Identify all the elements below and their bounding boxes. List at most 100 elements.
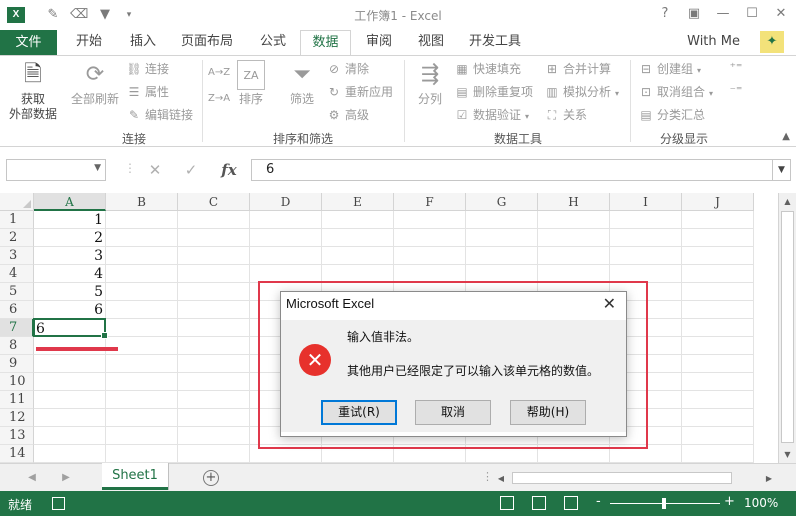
macro-record-icon[interactable] [52,497,65,510]
cell-a13[interactable] [34,427,106,445]
cell-h2[interactable] [538,229,610,247]
cell-a4[interactable]: 4 [34,265,106,283]
tab-file[interactable]: 文件 [0,30,57,55]
tab-developer[interactable]: 开发工具 [462,30,528,55]
zoom-out-button[interactable]: - [596,494,601,509]
sheet-prev-icon[interactable]: ◀ [24,470,40,486]
tab-page-layout[interactable]: 页面布局 [174,30,240,55]
cell-g1[interactable] [466,211,538,229]
column-header-j[interactable]: J [682,193,754,211]
cell-b8[interactable] [106,337,178,355]
row-header-4[interactable]: 4 [0,265,34,283]
cancel-entry-button[interactable]: ✕ [140,159,170,181]
row-header-9[interactable]: 9 [0,355,34,373]
retry-button[interactable]: 重试(R) [321,400,397,425]
cell-e2[interactable] [322,229,394,247]
zoom-in-button[interactable]: + [724,494,735,509]
tab-formulas[interactable]: 公式 [250,30,296,55]
cell-d1[interactable] [250,211,322,229]
cell-a8[interactable] [34,337,106,355]
filter-button[interactable]: ⏷ 筛选 [284,60,320,107]
connections-button[interactable]: ⛓ 连接 [126,60,169,78]
confirm-entry-button[interactable]: ✓ [176,159,206,181]
page-break-view-icon[interactable] [564,496,578,510]
relationships-button[interactable]: ⛶ 关系 [544,106,587,124]
cell-b13[interactable] [106,427,178,445]
cell-c5[interactable] [178,283,250,301]
row-header-11[interactable]: 11 [0,391,34,409]
cell-b5[interactable] [106,283,178,301]
reapply-button[interactable]: ↻ 重新应用 [326,83,393,101]
row-header-7[interactable]: 7 [0,319,34,337]
row-header-12[interactable]: 12 [0,409,34,427]
cell-a12[interactable] [34,409,106,427]
vertical-scrollbar[interactable]: ▲ ▼ [778,193,796,463]
cell-e3[interactable] [322,247,394,265]
help-button[interactable]: ? [654,4,676,24]
cell-a14[interactable] [34,445,106,463]
sort-descending-button[interactable]: Z→A [208,90,230,108]
row-header-8[interactable]: 8 [0,337,34,355]
cell-b7[interactable] [106,319,178,337]
column-header-e[interactable]: E [322,193,394,211]
remove-duplicates-button[interactable]: ▤ 删除重复项 [454,83,533,101]
text-to-columns-button[interactable]: ⇶ 分列 [410,60,450,107]
cell-c7[interactable] [178,319,250,337]
user-avatar[interactable]: ✦ [760,31,784,53]
scroll-right-icon[interactable]: ▶ [762,471,776,486]
tab-data[interactable]: 数据 [300,30,351,56]
cell-j14[interactable] [682,445,754,463]
column-header-f[interactable]: F [394,193,466,211]
cell-j11[interactable] [682,391,754,409]
cell-c4[interactable] [178,265,250,283]
what-if-analysis-button[interactable]: ▥ 模拟分析 ▾ [544,83,619,101]
cell-i1[interactable] [610,211,682,229]
maximize-button[interactable]: ☐ [741,4,763,24]
cell-c10[interactable] [178,373,250,391]
cell-h1[interactable] [538,211,610,229]
clear-button[interactable]: ⊘ 清除 [326,60,369,78]
tab-insert[interactable]: 插入 [120,30,166,55]
column-header-g[interactable]: G [466,193,538,211]
scroll-down-icon[interactable]: ▼ [779,446,796,463]
column-header-i[interactable]: I [610,193,682,211]
zoom-slider-knob[interactable] [662,498,666,509]
cell-h3[interactable] [538,247,610,265]
scroll-thumb[interactable] [512,472,732,484]
cell-j6[interactable] [682,301,754,319]
collapse-ribbon-icon[interactable]: ▲ [782,131,790,142]
cell-i3[interactable] [610,247,682,265]
data-validation-button[interactable]: ☑ 数据验证 ▾ [454,106,529,124]
cell-b12[interactable] [106,409,178,427]
row-header-14[interactable]: 14 [0,445,34,463]
cell-c6[interactable] [178,301,250,319]
cell-b4[interactable] [106,265,178,283]
cell-j10[interactable] [682,373,754,391]
cell-c3[interactable] [178,247,250,265]
cell-j9[interactable] [682,355,754,373]
sheet-tab[interactable]: Sheet1 [102,463,168,490]
normal-view-icon[interactable] [500,496,514,510]
cell-j8[interactable] [682,337,754,355]
cell-a9[interactable] [34,355,106,373]
cell-j12[interactable] [682,409,754,427]
horizontal-scrollbar[interactable]: ◀ ▶ [494,471,776,486]
scroll-up-icon[interactable]: ▲ [779,193,796,210]
name-box[interactable]: ▼ [6,159,106,181]
refresh-all-button[interactable]: ⟳ 全部刷新 [68,60,122,107]
cancel-button[interactable]: 取消 [415,400,491,425]
chevron-down-icon[interactable]: ▼ [773,159,791,181]
resize-handle[interactable]: ⋮ [124,161,136,175]
cell-g2[interactable] [466,229,538,247]
cell-b11[interactable] [106,391,178,409]
group-button[interactable]: ⊟ 创建组 ▾ [638,60,701,78]
cell-i2[interactable] [610,229,682,247]
row-header-5[interactable]: 5 [0,283,34,301]
column-header-a[interactable]: A [34,193,106,211]
ungroup-button[interactable]: ⊡ 取消组合 ▾ [638,83,713,101]
cell-a6[interactable]: 6 [34,301,106,319]
cell-c13[interactable] [178,427,250,445]
cell-f3[interactable] [394,247,466,265]
cell-a11[interactable] [34,391,106,409]
user-name[interactable]: With Me [687,30,740,55]
